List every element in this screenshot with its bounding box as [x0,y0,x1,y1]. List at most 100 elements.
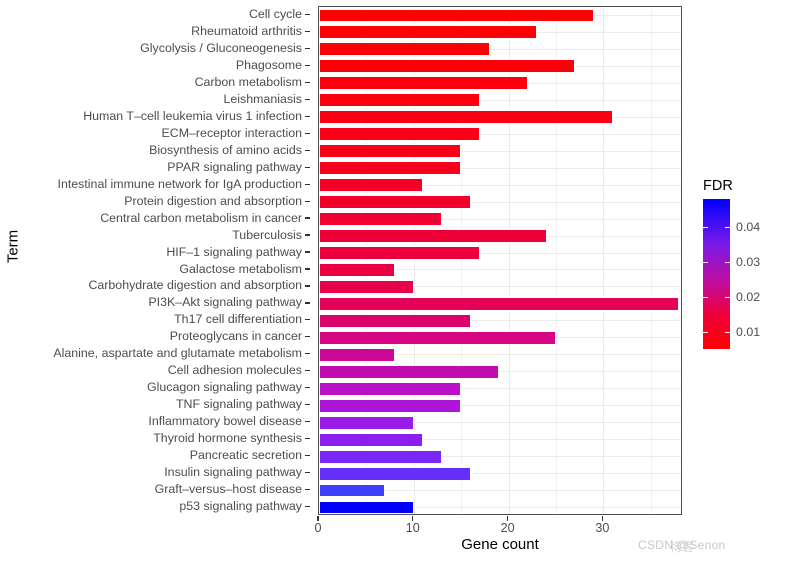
y-axis-tick-label: Galactose metabolism [179,261,302,276]
bar [319,466,471,481]
bar [319,296,680,311]
bar [319,76,528,91]
watermark: CSDN @Senon 博客 [638,538,726,554]
y-axis-tick-label: Alanine, aspartate and glutamate metabol… [53,346,302,361]
y-axis-tick-label: Carbohydrate digestion and absorption [88,278,302,293]
legend-tick-mark [725,226,730,229]
y-axis-tick-mark [305,115,310,117]
bar [319,398,462,413]
y-axis-tick-label: PPAR signaling pathway [167,159,302,174]
y-axis-tick-label: TNF signaling pathway [175,397,302,412]
bar [319,42,490,57]
y-axis-tick-label: ECM–receptor interaction [161,125,303,140]
bar [319,500,414,514]
y-axis-tick-mark [305,285,310,287]
watermark-cn-text: 博客 [670,540,695,554]
legend-tick-mark [703,226,708,229]
y-axis-tick-mark [305,217,310,219]
legend-colorbar-wrap: 0.04 0.03 0.02 0.01 [702,199,786,349]
x-axis-title: Gene count [461,536,539,553]
y-axis-tick-mark [305,336,310,338]
y-axis-tick-label: Glycolysis / Gluconeogenesis [140,40,302,55]
y-axis-tick-label: Insulin signaling pathway [164,465,302,480]
y-axis-tick-mark [305,234,310,236]
y-axis-tick-mark [305,166,310,168]
y-axis-tick-label: Inflammatory bowel disease [148,414,302,429]
legend-tick-label: 0.01 [736,324,761,339]
legend-title: FDR [703,178,733,194]
bar [319,195,471,210]
y-axis-tick-mark [305,353,310,355]
y-axis-tick-mark [305,98,310,100]
y-axis-tick-mark [305,30,310,33]
y-axis-tick-mark [305,438,310,440]
legend-tick-label: 0.03 [736,254,761,269]
plot-panel [318,6,682,515]
bar [319,144,462,159]
y-axis-tick-label: Graft–versus–host disease [154,482,302,497]
y-axis-tick-mark [305,132,310,134]
legend-colorbar [703,199,730,349]
x-axis-tick-label: 10 [405,521,420,535]
y-axis-tick-label: Pancreatic secretion [189,448,302,463]
y-axis-tick-labels: Cell cycle Rheumatoid arthritis Glycolysis… [18,6,310,515]
y-axis-tick-mark [305,488,310,491]
bar [319,313,471,328]
bar [319,381,462,396]
y-axis-tick-mark [305,404,310,406]
y-axis-tick-label: Leishmaniasis [223,91,302,106]
y-axis-tick-mark [305,302,310,304]
bar [319,25,538,40]
bar [319,364,500,379]
y-axis-tick-mark [305,387,310,389]
y-axis-tick-mark [305,81,310,83]
legend-tick-mark [703,261,708,264]
y-axis-tick-mark [305,370,310,372]
bar [319,59,575,74]
legend-tick-mark [703,296,708,298]
y-axis-tick-mark [305,47,310,49]
y-axis-tick-label: Thyroid hormone synthesis [153,431,302,446]
y-axis-tick-label: Rheumatoid arthritis [191,23,302,38]
y-axis-tick-label: Th17 cell differentiation [174,312,302,327]
y-axis-tick-mark [305,251,310,253]
y-axis-tick-mark [305,471,310,474]
bar [319,263,395,277]
y-axis-tick-label: Cell cycle [248,7,302,21]
legend-tick-label: 0.02 [736,289,761,304]
y-axis-tick-mark [305,455,310,457]
bar [319,161,462,176]
bar [319,330,556,345]
legend-tick-label: 0.04 [736,219,761,234]
y-axis-tick-mark [305,13,310,16]
y-axis-tick-mark [305,149,310,151]
y-axis-tick-mark [305,200,310,202]
y-axis-tick-mark [305,64,310,66]
bar [319,178,424,193]
y-axis-tick-label: Human T–cell leukemia virus 1 infection [83,108,302,123]
bar [319,432,424,447]
y-axis-tick-mark [305,505,310,508]
y-axis-tick-label: Proteoglycans in cancer [169,329,302,344]
y-axis-tick-mark [305,319,310,321]
y-axis-tick-label: Cell adhesion molecules [167,363,302,378]
y-axis-tick-label: Glucagon signaling pathway [147,380,302,395]
legend: FDR 0.04 0.03 0.02 0.01 [702,178,786,349]
y-axis-tick-label: Tuberculosis [232,227,302,242]
legend-tick-mark [725,296,730,298]
legend-tick-mark [725,331,730,333]
legend-tick-mark [703,331,708,333]
bar [319,110,613,125]
y-axis-tick-label: Biosynthesis of amino acids [149,142,302,157]
bar [319,279,414,294]
y-axis-tick-label: Protein digestion and absorption [124,193,302,208]
y-axis-tick-mark [305,421,310,423]
y-axis-tick-label: Phagosome [235,57,302,72]
bar [319,127,481,142]
y-axis-tick-label: PI3K–Akt signaling pathway [148,295,302,310]
legend-tick-mark [725,261,730,264]
y-axis-tick-mark [305,268,310,270]
y-axis-tick-label: Carbon metabolism [194,74,302,89]
chart-root: Term Cell cycle Rheumatoid arthritis Glyco… [0,0,786,562]
bar [319,246,481,260]
